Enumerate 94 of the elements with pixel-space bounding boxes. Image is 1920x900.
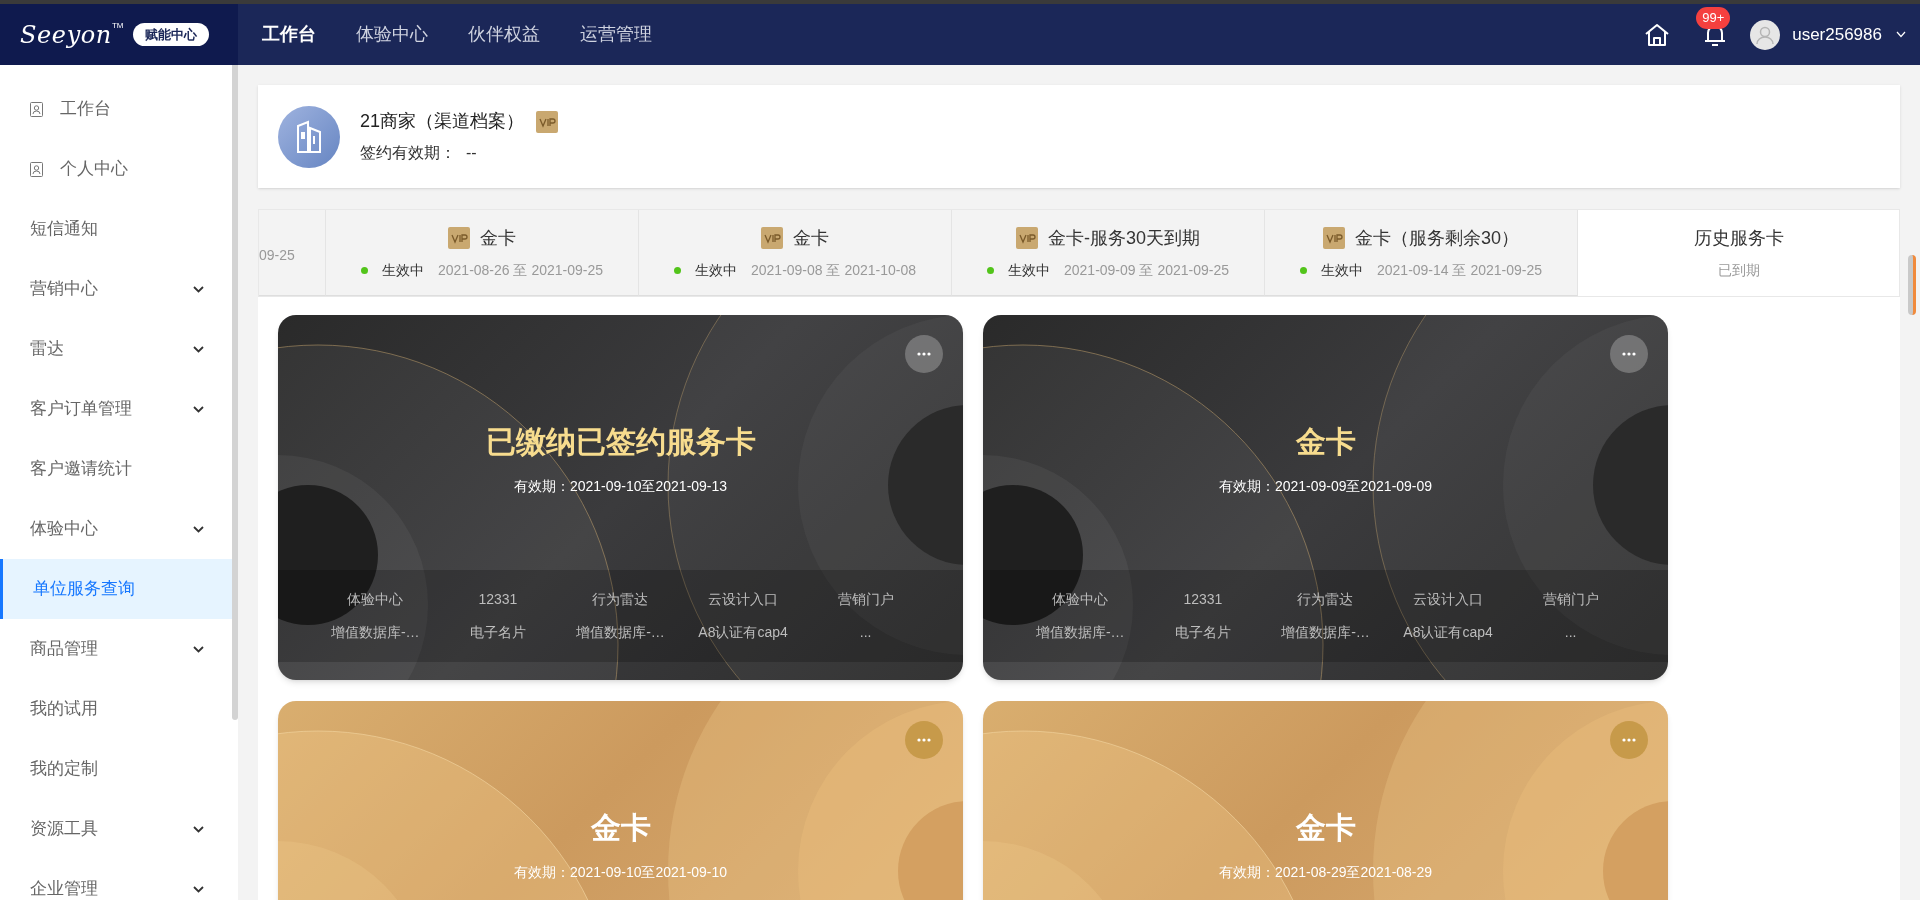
nav-tab[interactable]: 伙伴权益 xyxy=(468,21,540,48)
tab-title: 金卡 xyxy=(480,226,516,250)
tab-subtitle: 已到期 xyxy=(1717,261,1760,280)
feature-label: 云设计入口 xyxy=(707,590,780,609)
service-tab[interactable]: 历史服务卡 已到期 xyxy=(1578,210,1899,296)
building-avatar-icon xyxy=(278,105,340,168)
feature-label: 增值数据库-… xyxy=(329,623,421,642)
tab-title: 金卡 xyxy=(793,226,829,250)
sidebar-item[interactable]: 资源工具 xyxy=(0,799,232,859)
service-tab[interactable]: 金卡 生效中 2021-09-08 至 2021-10-08 xyxy=(639,210,952,296)
sidebar-item[interactable]: 体验中心 xyxy=(0,499,232,559)
nav-tab[interactable]: 体验中心 xyxy=(356,21,428,48)
feature-label: 增值数据库-… xyxy=(575,623,666,642)
date-range: 2021-09-09 至 2021-09-25 xyxy=(1064,260,1229,280)
tab-title: 金卡-服务30天到期 xyxy=(1048,226,1200,250)
card-title: 已缴纳已签约服务卡 xyxy=(485,424,756,460)
company-name: 21商家（渠道档案） xyxy=(360,110,525,133)
sidebar-item[interactable]: 商品管理 xyxy=(0,619,232,679)
feature-label: 营销门户 xyxy=(836,590,895,609)
feature-label: ... xyxy=(858,623,873,642)
feature-label: A8认证有cap4 xyxy=(1402,623,1494,642)
sidebar-item[interactable]: 雷达 xyxy=(0,319,232,379)
sidebar-item[interactable]: 客户订单管理 xyxy=(0,379,232,439)
status-text: 生效中 xyxy=(1321,260,1363,280)
service-tab[interactable]: 金卡（服务剩余30） 生效中 2021-09-14 至 2021-09-25 xyxy=(1265,210,1578,296)
vip-badge-icon xyxy=(1323,227,1345,249)
caret-icon[interactable] xyxy=(1896,31,1906,38)
feature-label: 增值数据库-… xyxy=(1034,623,1126,642)
product-badge: 赋能中心 xyxy=(133,22,210,47)
feature-label: 增值数据库-… xyxy=(1280,623,1371,642)
status-text: 生效中 xyxy=(695,260,737,280)
status-text: 生效中 xyxy=(382,260,424,280)
vip-badge-icon xyxy=(761,227,783,249)
sidebar-item[interactable]: 我的试用 xyxy=(0,679,232,739)
sidebar-scrollbar[interactable] xyxy=(232,65,238,720)
card-validity: 有效期：2021-08-29至2021-08-29 xyxy=(1218,863,1433,882)
ellipsis-icon xyxy=(1622,738,1636,742)
ellipsis-icon xyxy=(917,352,931,356)
sidebar-item[interactable]: 单位服务查询 xyxy=(0,559,232,619)
feature-label: A8认证有cap4 xyxy=(697,623,789,642)
vip-badge-icon xyxy=(1016,227,1038,249)
feature-label: 行为雷达 xyxy=(1296,590,1355,609)
feature-label: 体验中心 xyxy=(346,590,405,609)
card-validity: 有效期：2021-09-09至2021-09-09 xyxy=(1218,477,1433,496)
tab-title: 金卡（服务剩余30） xyxy=(1355,226,1519,250)
tab-title: 历史服务卡 xyxy=(1693,227,1784,250)
logo-text: Seeyon xyxy=(20,19,112,51)
sidebar-item[interactable]: 营销中心 xyxy=(0,259,232,319)
feature-label: 营销门户 xyxy=(1541,590,1600,609)
status-text: 生效中 xyxy=(1008,260,1050,280)
sidebar-item[interactable]: 个人中心 xyxy=(0,139,232,199)
card-validity: 有效期：2021-09-10至2021-09-10 xyxy=(513,863,728,882)
service-tab[interactable]: 金卡-服务30天到期 生效中 2021-09-09 至 2021-09-25 xyxy=(952,210,1265,296)
service-card[interactable]: 已缴纳已签约服务卡 有效期：2021-09-10至2021-09-13 体验中心 12331 行为雷达 云设计入口 营销门户 增值数据库-… 电子名片 增值数据库-… A8认证有cap4 ... xyxy=(278,315,963,680)
service-card[interactable]: 金卡 有效期：2021-09-09至2021-09-09 体验中心 12331 行为雷达 云设计入口 营销门户 增值数据库-… 电子名片 增值数据库-… A8认证有cap4 ... xyxy=(983,315,1668,680)
card-title: 金卡 xyxy=(1295,810,1356,846)
user-name[interactable]: user256986 xyxy=(1792,21,1882,48)
page-scrollbar[interactable] xyxy=(1908,255,1916,315)
trademark-mark: TM xyxy=(111,19,124,30)
validity-value: -- xyxy=(466,143,477,163)
card-title: 金卡 xyxy=(590,810,651,846)
date-range: 2021-09-14 至 2021-09-25 xyxy=(1377,260,1542,280)
validity-label: 签约有效期： xyxy=(360,143,456,163)
contact-card-icon xyxy=(30,161,43,177)
sidebar-item[interactable]: 我的定制 xyxy=(0,739,232,799)
avatar-icon[interactable] xyxy=(1750,19,1781,50)
nav-tab[interactable]: 运营管理 xyxy=(580,21,652,48)
sidebar-item[interactable]: 短信通知 xyxy=(0,199,232,259)
card-validity: 有效期：2021-09-10至2021-09-13 xyxy=(513,477,728,496)
contact-card-icon xyxy=(30,101,43,117)
vip-badge-icon xyxy=(536,110,559,133)
home-icon[interactable] xyxy=(1644,22,1671,47)
feature-label: ... xyxy=(1563,623,1578,642)
service-tab[interactable]: 金卡 生效中 2021-08-26 至 2021-09-25 xyxy=(326,210,639,296)
date-range: 2021-08-26 至 2021-09-25 xyxy=(438,260,603,280)
ellipsis-icon xyxy=(917,738,931,742)
feature-label: 云设计入口 xyxy=(1412,590,1485,609)
sidebar-item[interactable]: 客户邀请统计 xyxy=(0,439,232,499)
more-button[interactable] xyxy=(1610,335,1648,373)
feature-label: 行为雷达 xyxy=(591,590,650,609)
more-button[interactable] xyxy=(905,335,943,373)
date-range: 2021-09-08 至 2021-10-08 xyxy=(751,260,916,280)
nav-tab[interactable]: 工作台 xyxy=(262,21,316,48)
vip-badge-icon xyxy=(448,227,470,249)
card-title: 金卡 xyxy=(1295,424,1356,460)
feature-label: 12331 xyxy=(1182,590,1224,609)
feature-label: 电子名片 xyxy=(468,623,527,642)
notification-badge: 99+ xyxy=(1696,6,1731,29)
sidebar-item[interactable]: 工作台 xyxy=(0,79,232,139)
feature-label: 12331 xyxy=(477,590,519,609)
feature-label: 电子名片 xyxy=(1173,623,1232,642)
feature-label: 体验中心 xyxy=(1051,590,1110,609)
ellipsis-icon xyxy=(1622,352,1636,356)
sidebar-item[interactable]: 企业管理 xyxy=(0,859,232,900)
